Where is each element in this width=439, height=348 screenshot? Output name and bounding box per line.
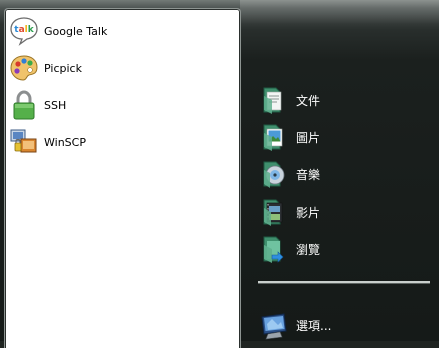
- program-item-ssh[interactable]: SSH: [8, 88, 234, 122]
- place-item-music[interactable]: 音樂: [258, 157, 428, 191]
- program-item-winscp[interactable]: WinSCP: [8, 125, 234, 159]
- place-label-documents: 文件: [296, 93, 321, 108]
- browse-folder-icon: [258, 233, 290, 265]
- background-sheen: [240, 0, 439, 30]
- place-item-videos[interactable]: 影片: [258, 195, 428, 229]
- program-label-google-talk: Google Talk: [44, 24, 108, 38]
- pictures-folder-icon: [258, 121, 290, 153]
- place-item-pictures[interactable]: 圖片: [258, 120, 428, 154]
- google-talk-icon: talk: [8, 15, 40, 47]
- place-item-browse[interactable]: 瀏覽: [258, 232, 428, 266]
- picpick-palette-icon: [8, 52, 40, 84]
- options-item[interactable]: 選項...: [258, 308, 428, 342]
- program-label-picpick: Picpick: [44, 61, 82, 75]
- place-item-documents[interactable]: 文件: [258, 83, 428, 117]
- program-item-google-talk[interactable]: talk Google Talk: [8, 14, 234, 48]
- place-label-videos: 影片: [296, 205, 321, 220]
- music-folder-icon: [258, 158, 290, 190]
- place-label-browse: 瀏覽: [296, 242, 321, 257]
- program-label-winscp: WinSCP: [44, 135, 86, 149]
- place-label-pictures: 圖片: [296, 130, 321, 145]
- options-monitor-icon: [258, 309, 290, 341]
- program-label-ssh: SSH: [44, 98, 67, 112]
- place-label-music: 音樂: [296, 167, 321, 182]
- winscp-icon: [8, 126, 40, 158]
- options-label: 選項...: [296, 318, 332, 333]
- program-item-picpick[interactable]: Picpick: [8, 51, 234, 85]
- documents-folder-icon: [258, 84, 290, 116]
- videos-folder-icon: [258, 196, 290, 228]
- menu-separator: [258, 281, 430, 284]
- ssh-lock-icon: [8, 89, 40, 121]
- svg-text:talk: talk: [14, 25, 34, 35]
